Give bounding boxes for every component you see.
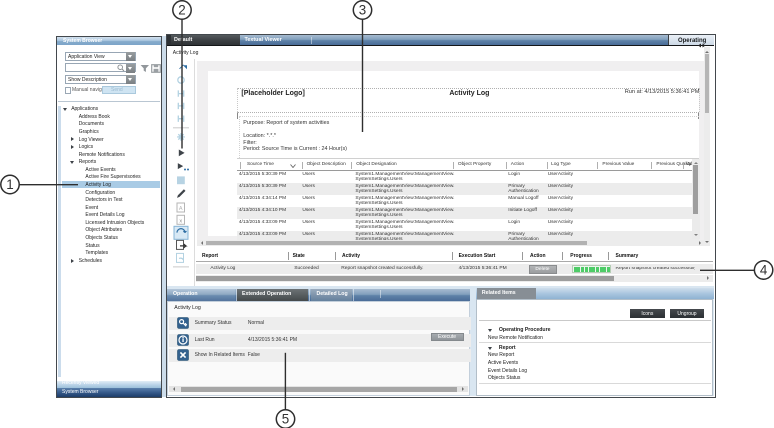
svg-text:4: 4 xyxy=(760,263,768,278)
svg-text:3: 3 xyxy=(359,3,366,18)
svg-text:2: 2 xyxy=(178,3,185,18)
svg-text:5: 5 xyxy=(282,412,289,427)
svg-text:1: 1 xyxy=(6,177,13,192)
